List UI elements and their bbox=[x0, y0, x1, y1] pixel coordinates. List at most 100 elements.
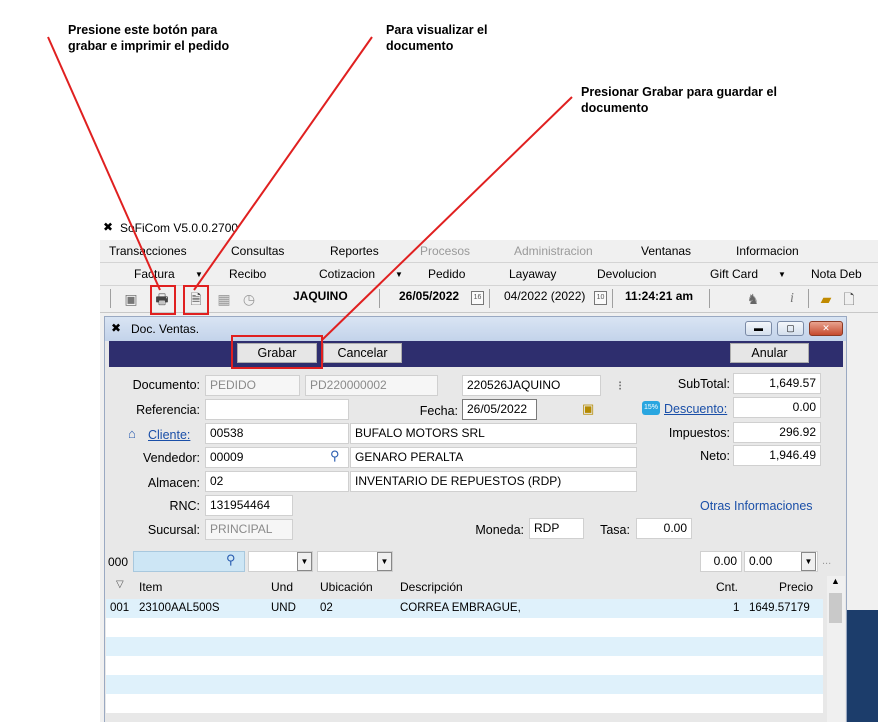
table-row[interactable] bbox=[106, 675, 823, 694]
cliente-link[interactable]: Cliente: bbox=[148, 428, 190, 442]
discount-badge-icon[interactable]: 15% bbox=[642, 401, 660, 415]
running-man-icon[interactable]: ♞ bbox=[744, 290, 762, 308]
document-list-icon[interactable]: ⁝ bbox=[618, 378, 622, 394]
menu-reportes[interactable]: Reportes bbox=[330, 244, 379, 258]
print-annotation: Presione este botón para grabar e imprim… bbox=[68, 23, 230, 53]
table-row[interactable]: 001 23100AAL500S UND 02 CORREA EMBRAGUE,… bbox=[106, 599, 823, 618]
clock-icon[interactable]: ◷ bbox=[240, 290, 258, 308]
building-icon[interactable]: ▦ bbox=[215, 290, 233, 308]
submenu-recibo[interactable]: Recibo bbox=[229, 267, 266, 281]
subtotal-field[interactable]: 1,649.57 bbox=[733, 373, 821, 394]
referencia-field[interactable] bbox=[205, 399, 349, 420]
descuento-link[interactable]: Descuento: bbox=[664, 402, 727, 416]
menu-procesos[interactable]: Procesos bbox=[420, 244, 470, 258]
sucursal-label: Sucursal: bbox=[147, 523, 200, 537]
chevron-down-icon[interactable]: ▼ bbox=[801, 552, 816, 571]
table-row[interactable] bbox=[106, 618, 823, 637]
cliente-code-field[interactable]: 00538 bbox=[205, 423, 349, 444]
chevron-down-icon[interactable]: ▼ bbox=[195, 270, 203, 279]
submenu-layaway[interactable]: Layaway bbox=[509, 267, 556, 281]
folder-icon[interactable]: ▣ bbox=[122, 290, 140, 308]
open-folder-icon[interactable]: ▰ bbox=[816, 290, 836, 308]
cliente-name-field[interactable]: BUFALO MOTORS SRL bbox=[350, 423, 637, 444]
view-highlight bbox=[183, 285, 209, 315]
chevron-down-icon[interactable]: ▼ bbox=[778, 270, 786, 279]
vendedor-code-field[interactable]: 00009 bbox=[205, 447, 349, 468]
save-highlight bbox=[231, 335, 323, 369]
search-icon[interactable]: ⚲ bbox=[330, 448, 340, 464]
grid-scrollbar[interactable]: ▲ bbox=[827, 576, 845, 722]
fecha-field[interactable]: 26/05/2022 bbox=[462, 399, 537, 420]
filter-icon[interactable]: ▽ bbox=[116, 579, 124, 590]
submenu-giftcard[interactable]: Gift Card bbox=[710, 267, 758, 281]
calendar-picker-icon[interactable]: ▣ bbox=[582, 401, 594, 417]
chevron-down-icon[interactable]: ▼ bbox=[377, 552, 392, 571]
minimize-button[interactable]: ▬ bbox=[745, 321, 772, 336]
app-title: SoFiCom V5.0.0.2700 bbox=[120, 221, 239, 235]
void-button[interactable]: Anular bbox=[730, 343, 809, 363]
calendar-icon[interactable]: 10 bbox=[594, 291, 607, 305]
moneda-field[interactable]: RDP bbox=[529, 518, 584, 539]
view-annotation: Para visualizar el documento bbox=[386, 23, 488, 53]
chevron-down-icon[interactable]: ▼ bbox=[395, 270, 403, 279]
close-window-button[interactable]: ✕ bbox=[809, 321, 843, 336]
info-icon[interactable]: i bbox=[783, 290, 801, 308]
menu-bar: Transacciones Consultas Reportes Proceso… bbox=[100, 240, 878, 263]
menu-transacciones[interactable]: Transacciones bbox=[109, 244, 187, 258]
rnc-field[interactable]: 131954464 bbox=[205, 495, 293, 516]
calendar-icon[interactable]: 16 bbox=[471, 291, 484, 305]
row-descripcion: CORREA EMBRAGUE, bbox=[400, 602, 521, 614]
sucursal-field[interactable]: PRINCIPAL bbox=[205, 519, 293, 540]
window-title: Doc. Ventas. bbox=[131, 322, 200, 336]
table-row[interactable] bbox=[106, 694, 823, 713]
toolbar-separator bbox=[379, 289, 380, 308]
menu-ventanas[interactable]: Ventanas bbox=[641, 244, 691, 258]
vendedor-name-field[interactable]: GENARO PERALTA bbox=[350, 447, 637, 468]
table-row[interactable] bbox=[106, 656, 823, 675]
col-ubicacion[interactable]: Ubicación bbox=[320, 580, 373, 594]
col-und[interactable]: Und bbox=[271, 580, 293, 594]
doc-number-field[interactable]: PD220000002 bbox=[305, 375, 438, 396]
fecha-label: Fecha: bbox=[419, 404, 458, 418]
search-icon[interactable]: ⚲ bbox=[226, 552, 236, 568]
submenu-cotizacion[interactable]: Cotizacion bbox=[319, 267, 375, 281]
toolbar-separator bbox=[612, 289, 613, 308]
print-highlight bbox=[150, 285, 176, 315]
doc-reference-field[interactable]: 220526JAQUINO bbox=[462, 375, 601, 396]
submenu-pedido[interactable]: Pedido bbox=[428, 267, 465, 281]
maximize-button[interactable]: ▢ bbox=[777, 321, 804, 336]
window-titlebar: ✖ Doc. Ventas. ▬ ▢ ✕ bbox=[105, 317, 846, 341]
submenu-factura[interactable]: Factura bbox=[134, 267, 175, 281]
more-options[interactable]: ... bbox=[822, 555, 831, 567]
scroll-thumb[interactable] bbox=[829, 593, 842, 623]
tasa-field[interactable]: 0.00 bbox=[636, 518, 692, 539]
submenu-notadeb[interactable]: Nota Deb bbox=[811, 267, 862, 281]
descuento-field[interactable]: 0.00 bbox=[733, 397, 821, 418]
app-logo-icon: ✖ bbox=[103, 220, 114, 234]
menu-administracion[interactable]: Administracion bbox=[514, 244, 593, 258]
submenu-devolucion[interactable]: Devolucion bbox=[597, 267, 656, 281]
new-document-icon[interactable]: 🗋 bbox=[840, 290, 858, 308]
cancel-button[interactable]: Cancelar bbox=[323, 343, 402, 363]
almacen-name-field[interactable]: INVENTARIO DE REPUESTOS (RDP) bbox=[350, 471, 637, 492]
scroll-up-icon[interactable]: ▲ bbox=[831, 576, 840, 586]
impuestos-field[interactable]: 296.92 bbox=[733, 422, 821, 443]
window-logo-icon: ✖ bbox=[111, 321, 122, 335]
col-cnt[interactable]: Cnt. bbox=[716, 580, 738, 594]
vendedor-label: Vendedor: bbox=[143, 451, 200, 465]
table-row[interactable] bbox=[106, 637, 823, 656]
qty-entry-field[interactable]: 0.00 bbox=[700, 551, 742, 572]
chevron-down-icon[interactable]: ▼ bbox=[297, 552, 312, 571]
neto-field[interactable]: 1,946.49 bbox=[733, 445, 821, 466]
rnc-label: RNC: bbox=[169, 499, 200, 513]
col-descripcion[interactable]: Descripción bbox=[400, 580, 463, 594]
col-precio[interactable]: Precio bbox=[779, 580, 813, 594]
col-item[interactable]: Item bbox=[139, 580, 162, 594]
menu-consultas[interactable]: Consultas bbox=[231, 244, 284, 258]
documento-field[interactable]: PEDIDO bbox=[205, 375, 300, 396]
menu-informacion[interactable]: Informacion bbox=[736, 244, 799, 258]
current-user: JAQUINO bbox=[293, 289, 348, 303]
otras-informaciones-link[interactable]: Otras Informaciones bbox=[700, 499, 813, 513]
documento-label: Documento: bbox=[132, 378, 200, 392]
almacen-code-field[interactable]: 02 bbox=[205, 471, 349, 492]
